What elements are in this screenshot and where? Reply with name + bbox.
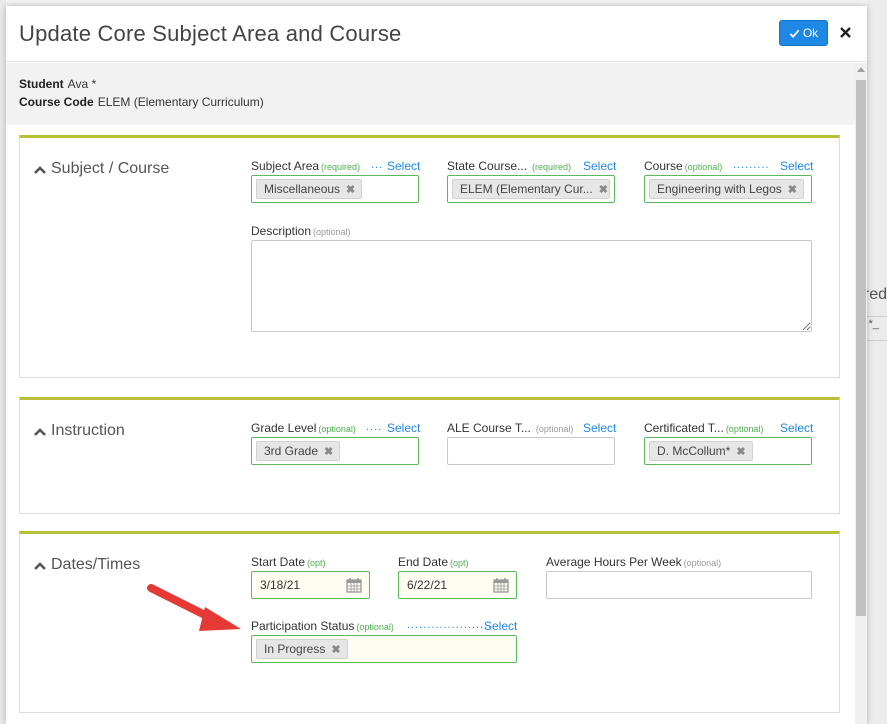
course-code-label: Course Code (19, 95, 94, 109)
modal-header: Update Core Subject Area and Course Ok (6, 6, 867, 62)
student-value: Ava * (67, 77, 97, 91)
dates-times-toggle[interactable]: Dates/Times (34, 556, 140, 574)
background-text: red (863, 286, 887, 303)
ale-course-field[interactable] (447, 437, 615, 465)
end-date-value: 6/22/21 (407, 578, 448, 592)
state-course-select-link[interactable]: Select (583, 159, 616, 173)
form-content: Subject / Course Subject Area (required) … (6, 125, 855, 724)
participation-field[interactable]: In Progress ✖ (251, 635, 517, 663)
certificated-field[interactable]: D. McCollum* ✖ (644, 437, 812, 465)
remove-icon[interactable]: ✖ (788, 183, 797, 196)
close-icon[interactable] (836, 23, 854, 41)
modal-body: Student Ava * Course Code ELEM (Elementary… (6, 63, 855, 724)
state-course-chip: ELEM (Elementary Cur... ✖ (452, 179, 610, 199)
calendar-icon[interactable] (346, 577, 362, 593)
subject-area-field[interactable]: Miscellaneous ✖ (251, 175, 419, 203)
course-label: Course (optional) (644, 159, 723, 173)
student-label: Student (19, 77, 64, 91)
description-label: Description (optional) (251, 224, 351, 238)
avg-hours-input[interactable] (546, 571, 812, 599)
subject-area-chip: Miscellaneous ✖ (256, 179, 363, 199)
avg-hours-label: Average Hours Per Week (optional) (546, 555, 722, 569)
scroll-thumb[interactable] (856, 80, 866, 616)
end-date-field[interactable]: 6/22/21 (398, 571, 517, 599)
instruction-toggle[interactable]: Instruction (34, 422, 125, 440)
state-course-label: State Course... (required) (447, 159, 572, 173)
calendar-icon[interactable] (493, 577, 509, 593)
course-code-value: ELEM (Elementary Curriculum) (97, 95, 264, 109)
ok-button[interactable]: Ok (779, 20, 828, 46)
remove-icon[interactable]: ✖ (324, 445, 333, 458)
chevron-up-icon (34, 165, 46, 174)
grade-level-label: Grade Level (optional) (251, 421, 356, 435)
grade-level-chip: 3rd Grade ✖ (256, 441, 341, 461)
remove-icon[interactable]: ✖ (599, 183, 608, 196)
red-arrow-annotation (147, 584, 241, 631)
course-select-link[interactable]: Select (780, 159, 813, 173)
chevron-up-icon (34, 427, 46, 436)
description-textarea[interactable] (251, 240, 812, 332)
participation-select-link[interactable]: Select (484, 619, 517, 633)
end-date-label: End Date (opt) (398, 555, 469, 569)
scroll-up-icon[interactable] (855, 66, 867, 76)
chevron-up-icon (34, 561, 46, 570)
instruction-panel: Instruction Grade Level (optional) .... S… (19, 397, 840, 514)
student-info: Student Ava * Course Code ELEM (Elementary… (19, 75, 264, 111)
subject-course-toggle[interactable]: Subject / Course (34, 160, 169, 178)
subject-course-title: Subject / Course (51, 160, 170, 177)
course-chip: Engineering with Legos ✖ (649, 179, 804, 199)
update-course-modal: Update Core Subject Area and Course Ok S… (6, 6, 867, 724)
modal-title: Update Core Subject Area and Course (19, 21, 402, 46)
remove-icon[interactable]: ✖ (736, 445, 745, 458)
dots-leader: ... (371, 159, 384, 171)
subject-course-panel: Subject / Course Subject Area (required) … (19, 135, 840, 378)
dots-leader: ..................... (407, 619, 493, 631)
ok-button-label: Ok (802, 26, 819, 40)
ale-course-label: ALE Course T... (optional) (447, 421, 574, 435)
certificated-label: Certificated T... (optional) (644, 421, 764, 435)
certificated-select-link[interactable]: Select (780, 421, 813, 435)
start-date-field[interactable]: 3/18/21 (251, 571, 370, 599)
participation-chip: In Progress ✖ (256, 639, 348, 659)
background-divider (867, 316, 887, 317)
grade-level-select-link[interactable]: Select (387, 421, 420, 435)
certificated-chip: D. McCollum* ✖ (649, 441, 753, 461)
dots-leader: .... (366, 421, 383, 433)
remove-icon[interactable]: ✖ (346, 183, 355, 196)
check-icon (789, 29, 800, 38)
dates-times-title: Dates/Times (51, 556, 141, 573)
instruction-title: Instruction (51, 422, 125, 439)
ale-course-select-link[interactable]: Select (583, 421, 616, 435)
background-right-strip: red *_ (863, 0, 887, 724)
dots-leader: ......... (733, 159, 770, 171)
course-field[interactable]: Engineering with Legos ✖ (644, 175, 812, 203)
remove-icon[interactable]: ✖ (331, 643, 340, 656)
subject-area-label: Subject Area (required) (251, 159, 361, 173)
grade-level-field[interactable]: 3rd Grade ✖ (251, 437, 419, 465)
participation-label: Participation Status (optional) (251, 619, 394, 633)
scrollbar[interactable] (855, 63, 867, 724)
start-date-label: Start Date (opt) (251, 555, 326, 569)
subject-area-select-link[interactable]: Select (387, 159, 420, 173)
background-text: *_ (868, 318, 879, 330)
state-course-field[interactable]: ELEM (Elementary Cur... ✖ (447, 175, 615, 203)
background-divider (867, 340, 887, 341)
start-date-value: 3/18/21 (260, 578, 301, 592)
